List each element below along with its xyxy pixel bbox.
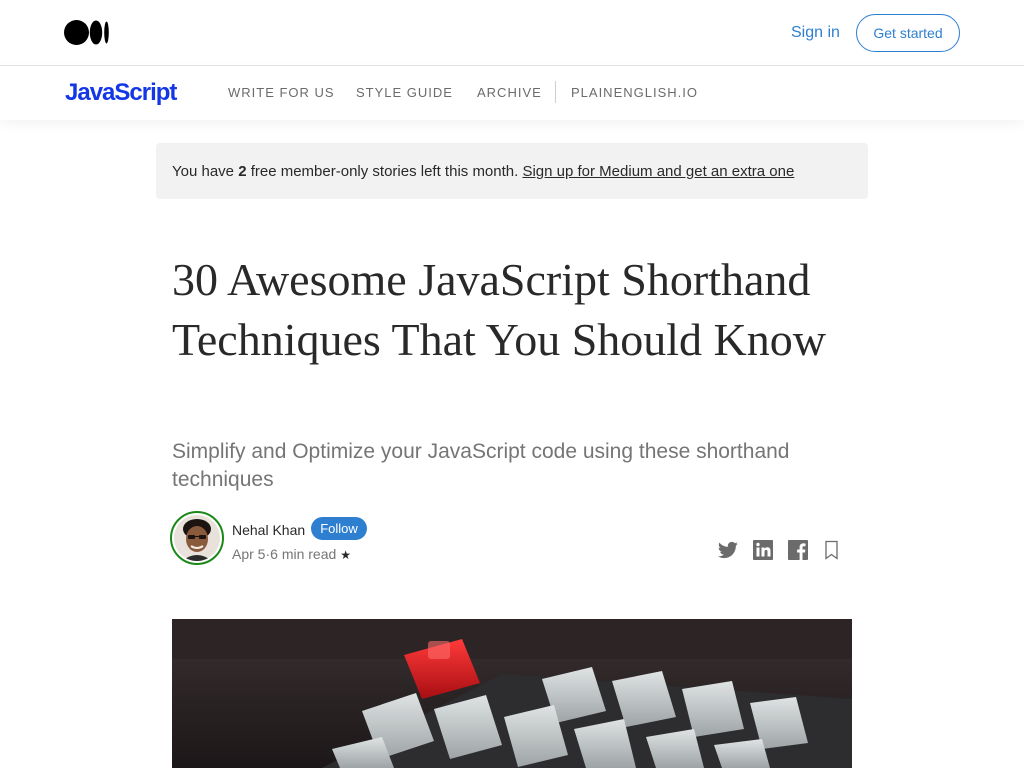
publication-logo[interactable]: JavaScript xyxy=(65,79,177,107)
follow-button[interactable]: Follow xyxy=(311,517,367,540)
nav-write-for-us[interactable]: WRITE FOR US xyxy=(228,85,335,101)
member-banner: You have 2 free member-only stories left… xyxy=(156,143,868,199)
bookmark-icon[interactable] xyxy=(820,538,844,562)
nav-style-guide[interactable]: STYLE GUIDE xyxy=(356,85,453,101)
medium-logo-icon[interactable] xyxy=(64,20,110,45)
publish-date: Apr 5 xyxy=(232,546,266,562)
banner-prefix: You have xyxy=(172,163,239,180)
author-avatar[interactable] xyxy=(170,511,224,565)
twitter-icon[interactable] xyxy=(716,538,740,562)
nav-plainenglish[interactable]: PLAINENGLISH.IO xyxy=(571,85,698,101)
linkedin-icon[interactable] xyxy=(751,538,775,562)
member-star-icon: ★ xyxy=(340,548,352,562)
facebook-icon[interactable] xyxy=(786,538,810,562)
nav-divider xyxy=(555,81,556,103)
article-title: 30 Awesome JavaScript Shorthand Techniqu… xyxy=(172,254,826,365)
read-time: 6 min read xyxy=(270,546,337,562)
top-bar: Sign in Get started xyxy=(0,0,1024,66)
nav-archive[interactable]: ARCHIVE xyxy=(477,85,542,101)
sign-in-link[interactable]: Sign in xyxy=(791,22,840,44)
publication-nav: JavaScript WRITE FOR US STYLE GUIDE ARCH… xyxy=(0,66,1024,120)
banner-text: You have 2 free member-only stories left… xyxy=(172,162,794,182)
author-name[interactable]: Nehal Khan xyxy=(232,521,305,539)
article-meta: Apr 5·6 min read ★ xyxy=(232,545,351,564)
banner-count: 2 xyxy=(238,163,247,180)
banner-suffix: free member-only stories left this month… xyxy=(246,163,523,180)
hero-image xyxy=(172,619,852,768)
get-started-button[interactable]: Get started xyxy=(856,14,960,52)
keyboard-photo xyxy=(172,619,852,768)
avatar-image xyxy=(174,515,220,561)
article-subtitle: Simplify and Optimize your JavaScript co… xyxy=(172,440,790,491)
signup-link[interactable]: Sign up for Medium and get an extra one xyxy=(522,163,794,180)
